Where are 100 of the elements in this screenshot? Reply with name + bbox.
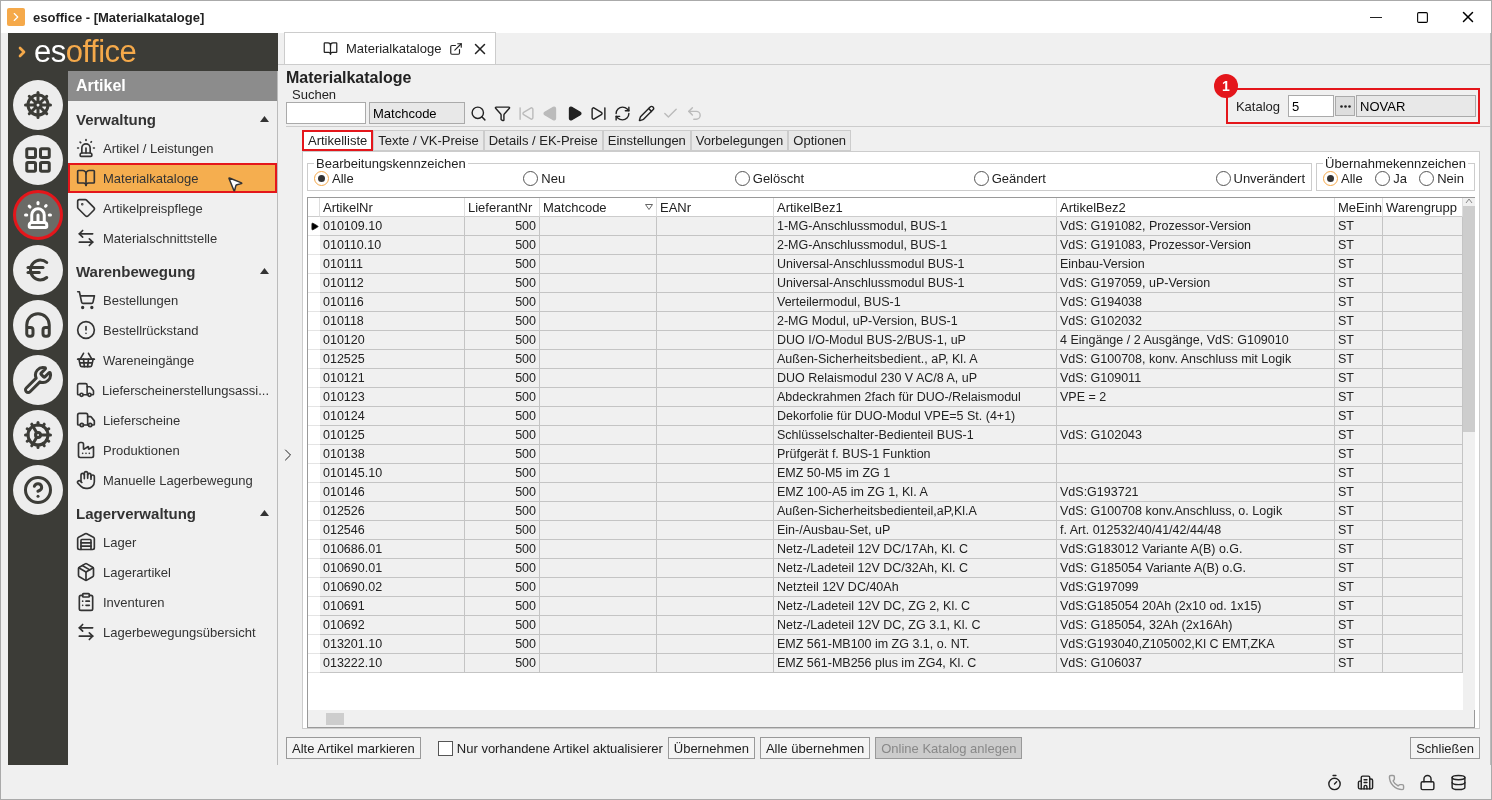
arrows-icon: [76, 622, 96, 642]
app-icon: [7, 8, 25, 26]
column-header[interactable]: ArtikelBez2: [1057, 198, 1335, 217]
radio-option[interactable]: Unverändert: [1215, 171, 1306, 186]
nav-item[interactable]: Inventuren: [68, 587, 277, 617]
catalog-name-field[interactable]: NOVAR: [1356, 95, 1476, 117]
alert-icon: [76, 320, 96, 340]
browse-button[interactable]: [1335, 96, 1355, 116]
table-cell: 010690.01: [320, 559, 465, 578]
table-cell: Netz-/Ladeteil 12V DC/32Ah, Kl. C: [774, 559, 1057, 578]
euro-button[interactable]: [13, 245, 63, 295]
last-icon: [590, 104, 607, 122]
nav-section-header[interactable]: Verwaltung: [68, 101, 277, 133]
tab[interactable]: Optionen: [788, 130, 852, 151]
nav-item[interactable]: Artikel / Leistungen: [68, 133, 277, 163]
nav-item[interactable]: Lagerartikel: [68, 557, 277, 587]
table-cell: 010686.01: [320, 540, 465, 559]
table-cell: VdS: G185054, 32Ah (2x16Ah): [1057, 616, 1335, 635]
help-button[interactable]: [13, 465, 63, 515]
ship-wheel-button[interactable]: [13, 80, 63, 130]
radio-option[interactable]: Geändert: [973, 171, 1046, 186]
nav-item[interactable]: Lieferscheine: [68, 405, 277, 435]
popout-icon[interactable]: [449, 41, 464, 56]
radio-option[interactable]: Nein: [1419, 171, 1464, 186]
column-header[interactable]: Matchcode: [540, 198, 657, 217]
nav-item[interactable]: Bestellungen: [68, 285, 277, 315]
hand-icon: [76, 470, 96, 490]
table-cell: DUO Relaismodul 230 V AC/8 A, uP: [774, 369, 1057, 388]
timer-icon[interactable]: [1326, 773, 1343, 791]
column-header[interactable]: ArtikelNr: [320, 198, 465, 217]
table-cell: 500: [465, 217, 540, 236]
table-cell: VdS:G193721: [1057, 483, 1335, 502]
table-cell: VdS:G185054 20Ah (2x10 od. 1x15): [1057, 597, 1335, 616]
table-cell: ST: [1335, 654, 1383, 673]
horizontal-scrollbar[interactable]: [308, 710, 1474, 727]
table-cell: ST: [1335, 236, 1383, 255]
column-header[interactable]: MeEinh: [1335, 198, 1383, 217]
matchcode-field[interactable]: Matchcode: [369, 102, 465, 124]
database-icon[interactable]: [1450, 773, 1467, 791]
nav-item[interactable]: Lagerbewegungsübersicht: [68, 617, 277, 647]
radio-option[interactable]: Alle: [1323, 171, 1363, 186]
nav-item[interactable]: Bestellrückstand: [68, 315, 277, 345]
table-cell: 500: [465, 255, 540, 274]
table-cell: ST: [1335, 255, 1383, 274]
column-header[interactable]: ArtikelBez1: [774, 198, 1057, 217]
nav-item[interactable]: Manuelle Lagerbewegung: [68, 465, 277, 495]
current-row-icon: [309, 221, 319, 231]
tab[interactable]: Artikelliste: [302, 130, 374, 151]
nav-item[interactable]: Artikelpreispflege: [68, 193, 277, 223]
nav-section-header[interactable]: Warenbewegung: [68, 253, 277, 285]
table-cell: VdS:G193040,Z105002,Kl C EMT,ZKA: [1057, 635, 1335, 654]
table-cell: ST: [1335, 616, 1383, 635]
siren-button[interactable]: [13, 190, 63, 240]
catalog-number-field[interactable]: 5: [1288, 95, 1334, 117]
action-button[interactable]: Übernehmen: [667, 737, 755, 759]
nav-item[interactable]: Lieferscheinerstellungsassi...: [68, 375, 277, 405]
column-header[interactable]: EANr: [657, 198, 774, 217]
radio-option[interactable]: Gelöscht: [734, 171, 805, 186]
search-field[interactable]: [286, 102, 366, 124]
document-tab[interactable]: Materialkataloge: [284, 32, 497, 64]
nav-item[interactable]: Produktionen: [68, 435, 277, 465]
table-cell: EMZ 561-MB100 im ZG 3.1, o. NT.: [774, 635, 1057, 654]
window-title: esoffice - [Materialkataloge]: [33, 9, 206, 25]
gear-button[interactable]: [13, 410, 63, 460]
tab[interactable]: Einstellungen: [602, 130, 691, 151]
table-cell: 500: [465, 388, 540, 407]
page-title: Materialkataloge: [286, 68, 412, 87]
nav-section-header[interactable]: Lagerverwaltung: [68, 495, 277, 527]
column-header[interactable]: LieferantNr: [465, 198, 540, 217]
nav-item[interactable]: Materialschnittstelle: [68, 223, 277, 253]
vertical-scrollbar[interactable]: [1463, 198, 1475, 710]
refresh-icon: [614, 104, 631, 122]
table-cell: 1-MG-Anschlussmodul, BUS-1: [774, 217, 1057, 236]
radio-option[interactable]: Alle: [314, 171, 354, 186]
wrench-button[interactable]: [13, 355, 63, 405]
grid-button[interactable]: [13, 135, 63, 185]
headset-button[interactable]: [13, 300, 63, 350]
nav-item[interactable]: Materialkataloge: [68, 163, 277, 193]
action-button[interactable]: Alle übernehmen: [759, 737, 871, 759]
tab[interactable]: Vorbelegungen: [690, 130, 789, 151]
tab[interactable]: Texte / VK-Preise: [373, 130, 484, 151]
clipboard-icon: [76, 592, 96, 612]
nav-item[interactable]: Lager: [68, 527, 277, 557]
action-button[interactable]: Schließen: [1410, 737, 1480, 759]
table-cell: ST: [1335, 426, 1383, 445]
checkbox-option[interactable]: Nur vorhandene Artikel aktualisierer: [437, 740, 663, 756]
table-cell: ST: [1335, 559, 1383, 578]
scroll-up-icon[interactable]: [1465, 198, 1473, 204]
table-cell: ST: [1335, 502, 1383, 521]
building-icon[interactable]: [1357, 773, 1374, 791]
column-header[interactable]: Warengrupp: [1383, 198, 1463, 217]
table-cell: 500: [465, 445, 540, 464]
action-button[interactable]: Alte Artikel markieren: [286, 737, 421, 759]
tab[interactable]: Details / EK-Preise: [483, 130, 603, 151]
table-cell: VdS: G100708 konv.Anschluss, o. Logik: [1057, 502, 1335, 521]
siren-icon: [23, 200, 53, 230]
radio-option[interactable]: Neu: [523, 171, 566, 186]
lock-icon[interactable]: [1419, 773, 1436, 791]
nav-item[interactable]: Wareneingänge: [68, 345, 277, 375]
table-cell: 500: [465, 312, 540, 331]
